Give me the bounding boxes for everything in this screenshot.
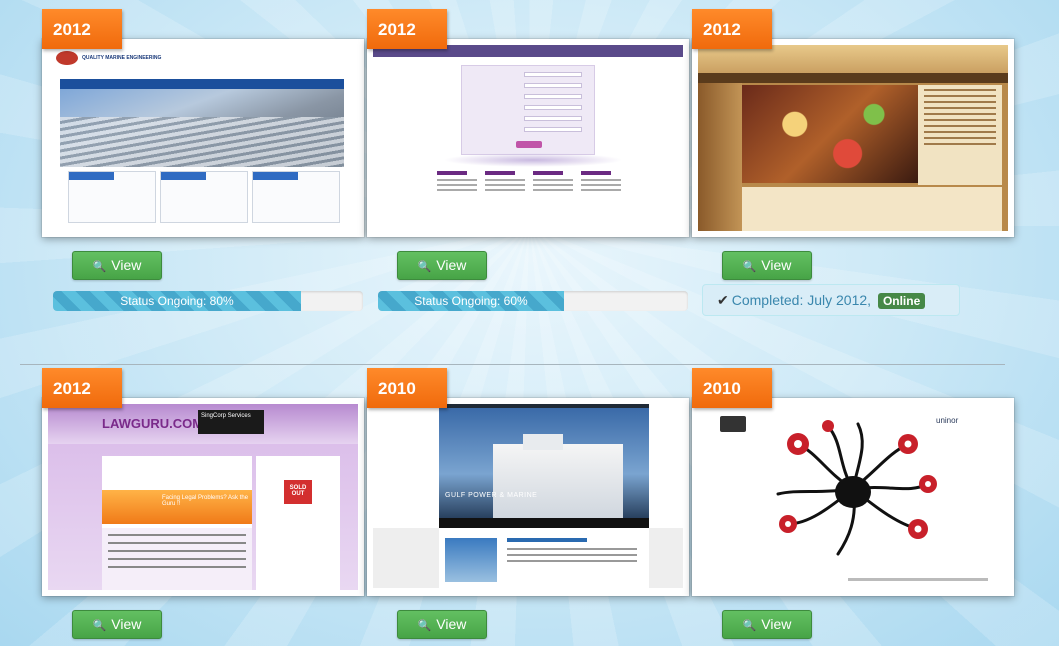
sold-out-tag: SOLD OUT [284, 480, 312, 504]
text-line [507, 560, 637, 562]
page-gutter [649, 528, 683, 588]
project-thumbnail[interactable]: QUALITY MARINE ENGINEERING [42, 39, 364, 237]
year-badge: 2012 [367, 9, 447, 49]
site-nav-bar [698, 73, 1008, 83]
progress-bar: Status Ongoing: 80% [53, 291, 301, 311]
search-icon: 🔍 [417, 261, 432, 273]
tentacle-artwork [776, 420, 937, 556]
site-header [698, 45, 1008, 73]
content-box [68, 171, 156, 223]
year-badge: 2010 [692, 368, 772, 408]
check-icon: ✔ [717, 292, 729, 308]
glow-divider [443, 153, 623, 167]
welcome-text-panel [918, 85, 1002, 185]
search-icon: 🔍 [92, 261, 107, 273]
ship-bridge [523, 434, 563, 450]
view-button[interactable]: 🔍 View [397, 251, 487, 280]
text-line [507, 554, 637, 556]
project-thumbnail[interactable] [692, 39, 1014, 237]
info-column [581, 171, 621, 201]
info-column [485, 171, 525, 201]
signup-form [461, 65, 595, 155]
project-thumbnail[interactable]: GULF POWER & MARINE [367, 398, 689, 596]
content-image [445, 538, 497, 582]
search-icon: 🔍 [742, 261, 757, 273]
project-thumbnail[interactable] [367, 39, 689, 237]
search-icon: 🔍 [417, 620, 432, 632]
promo-banner: Facing Legal Problems? Ask the Guru !! [102, 490, 252, 524]
site-title: GULF POWER & MARINE [445, 492, 538, 499]
site-nav-bar [60, 79, 344, 89]
right-sidebar [256, 456, 340, 590]
resources-list [102, 528, 252, 590]
completed-text: Completed: July 2012, [731, 292, 872, 308]
completed-alert: ✔ Completed: July 2012, Online [702, 284, 960, 316]
progress-bar: Status Ongoing: 60% [378, 291, 564, 311]
company-logo [56, 51, 78, 65]
project-thumbnail[interactable]: LAWGURU.COM.SG SingCorp Services Facing … [42, 398, 364, 596]
year-badge: 2010 [367, 368, 447, 408]
view-button[interactable]: 🔍 View [72, 251, 162, 280]
year-badge: 2012 [42, 368, 122, 408]
info-column [437, 171, 477, 201]
progress-track: Status Ongoing: 60% [378, 291, 688, 311]
view-button[interactable]: 🔍 View [722, 251, 812, 280]
singcorp-banner: SingCorp Services [198, 410, 264, 434]
footer-links [848, 578, 988, 581]
products-section [742, 187, 1002, 231]
text-line [507, 548, 637, 550]
view-button[interactable]: 🔍 View [722, 610, 812, 639]
site-nav-bar [439, 518, 649, 528]
ship-image [493, 444, 623, 520]
search-icon: 🔍 [92, 620, 107, 632]
page-gutter [373, 528, 439, 588]
project-thumbnail[interactable]: uninor [692, 398, 1014, 596]
hero-image [742, 85, 918, 183]
view-button[interactable]: 🔍 View [72, 610, 162, 639]
view-button[interactable]: 🔍 View [397, 610, 487, 639]
progress-track: Status Ongoing: 80% [53, 291, 363, 311]
content-box [252, 171, 340, 223]
welcome-heading [507, 538, 587, 542]
content-box [160, 171, 248, 223]
company-tagline: QUALITY MARINE ENGINEERING [82, 55, 162, 61]
info-column [533, 171, 573, 201]
search-icon: 🔍 [742, 620, 757, 632]
year-badge: 2012 [692, 9, 772, 49]
side-panel [698, 83, 742, 231]
online-badge: Online [877, 293, 926, 309]
year-badge: 2012 [42, 9, 122, 49]
hero-pipes [60, 117, 344, 167]
row-divider [20, 364, 1005, 365]
event-logo [720, 416, 746, 432]
